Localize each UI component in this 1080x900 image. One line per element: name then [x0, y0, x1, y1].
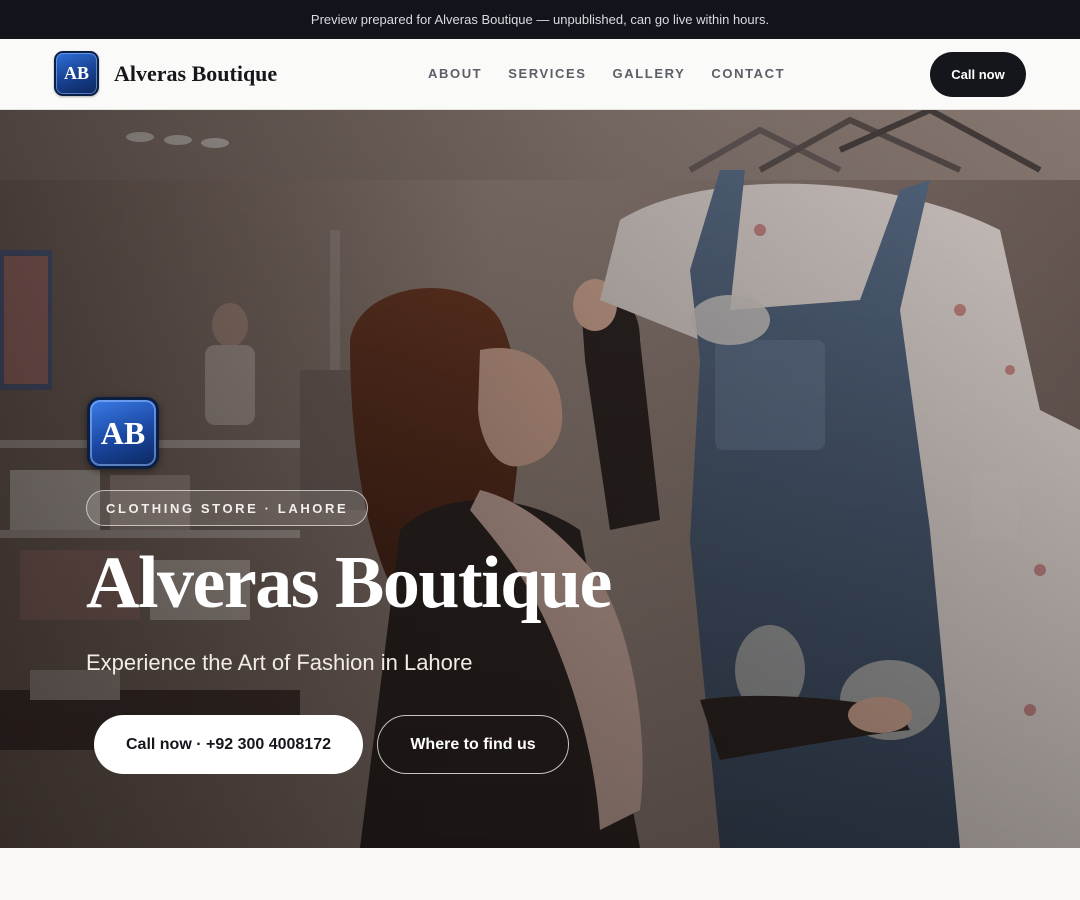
hero-directions-button[interactable]: Where to find us — [377, 715, 569, 774]
header-call-button[interactable]: Call now — [930, 52, 1026, 97]
hero-title: Alveras Boutique — [86, 542, 612, 624]
brand-logo-icon: AB — [54, 51, 99, 96]
main-nav: ABOUT SERVICES GALLERY CONTACT — [428, 66, 811, 81]
preview-banner-text: Preview prepared for Alveras Boutique — … — [310, 12, 770, 27]
site-header: AB Alveras Boutique ABOUT SERVICES GALLE… — [0, 39, 1080, 110]
preview-banner: Preview prepared for Alveras Boutique — … — [0, 0, 1080, 39]
brand-logo-text: AB — [63, 63, 89, 83]
nav-gallery[interactable]: GALLERY — [613, 66, 686, 81]
hero-subtitle: Experience the Art of Fashion in Lahore — [86, 650, 473, 675]
hero-call-button[interactable]: Call now · +92 300 4008172 — [94, 715, 363, 774]
hero-logo-icon: AB — [87, 397, 159, 469]
nav-about[interactable]: ABOUT — [428, 66, 482, 81]
brand-link[interactable]: AB Alveras Boutique — [54, 51, 277, 96]
brand-name: Alveras Boutique — [114, 60, 278, 86]
nav-services[interactable]: SERVICES — [508, 66, 586, 81]
hero-section: AB CLOTHING STORE · LAHORE Alveras Bouti… — [0, 110, 1080, 848]
nav-contact[interactable]: CONTACT — [711, 66, 785, 81]
hero-category-badge: CLOTHING STORE · LAHORE — [86, 490, 369, 526]
hero-logo-text: AB — [100, 414, 146, 451]
